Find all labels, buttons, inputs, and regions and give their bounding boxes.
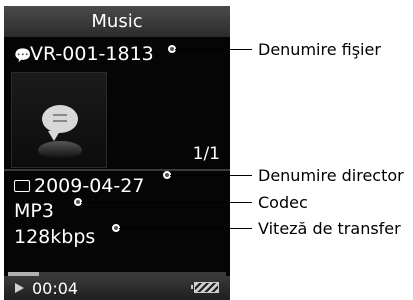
divider [4, 169, 230, 171]
callout-line-codec [81, 202, 252, 203]
file-name: VR-001-1813 [30, 43, 154, 65]
callout-line-bitrate [119, 228, 252, 229]
callout-bitrate: Viteză de transfer [258, 219, 401, 238]
folder-name: 2009-04-27 [34, 175, 145, 197]
speech-bubble-icon: 💬 [14, 48, 32, 64]
voice-memo-artwork [11, 72, 107, 168]
folder-icon [14, 180, 30, 192]
bubble-line [53, 114, 67, 116]
play-icon [15, 283, 24, 293]
callout-file-name: Denumire fişier [258, 40, 381, 59]
callout-line-folder [170, 175, 252, 176]
elapsed-time: 00:04 [32, 279, 79, 298]
callout-codec: Codec [258, 193, 308, 212]
file-name-row: 💬VR-001-1813 [14, 40, 154, 68]
folder-name-row: 2009-04-27 [14, 172, 144, 200]
status-bar: 00:04 [4, 276, 230, 300]
callout-line-file [175, 49, 252, 50]
artwork-reflection [38, 141, 82, 159]
callout-folder-name: Denumire director [258, 166, 404, 185]
bubble-line [53, 120, 67, 122]
screen-title: Music [4, 6, 230, 37]
codec-value: MP3 [14, 200, 54, 222]
bitrate-value: 128kbps [14, 226, 96, 248]
track-counter: 1/1 [192, 144, 220, 164]
battery-icon [191, 282, 219, 293]
player-screen: Music 💬VR-001-1813 1/1 2009-04-27 MP3 12… [4, 6, 230, 300]
speech-bubble-icon [42, 105, 78, 141]
